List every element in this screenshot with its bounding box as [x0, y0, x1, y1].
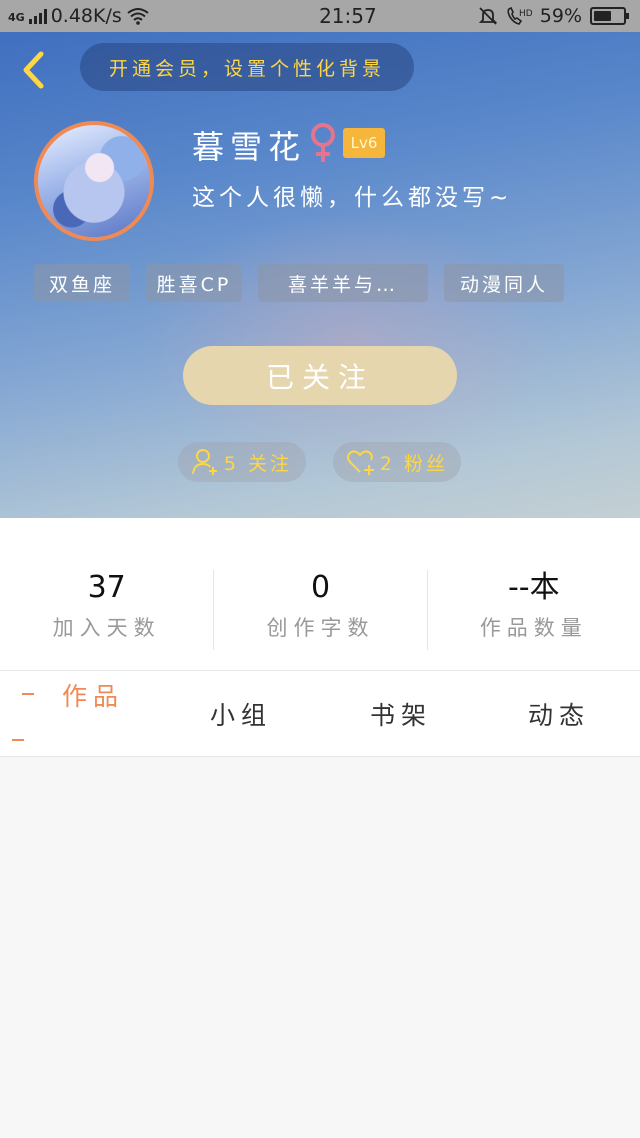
avatar[interactable] — [34, 121, 154, 241]
stat-label: 加入天数 — [52, 616, 161, 640]
stat-works-count: --本 作品数量 — [426, 570, 640, 650]
tag-item[interactable]: 喜羊羊与… — [258, 264, 428, 302]
mute-bell-icon — [478, 7, 497, 25]
network-type: 4G — [8, 11, 25, 24]
back-button[interactable] — [16, 50, 52, 90]
tab-activity[interactable]: 动态 — [528, 671, 590, 757]
stat-label: 作品数量 — [479, 616, 588, 640]
tag-item[interactable]: 双鱼座 — [34, 264, 130, 302]
username: 暮雪花 — [192, 128, 307, 166]
status-bar: 4G 0.48K/s 21:57 HD 59% — [0, 0, 640, 32]
add-user-icon — [191, 449, 217, 475]
tab-indicator — [12, 739, 24, 741]
wifi-icon — [127, 8, 149, 25]
signal-icon — [28, 8, 47, 24]
stat-label: 创作字数 — [266, 616, 375, 640]
stats-bar: 37 加入天数 0 创作字数 --本 作品数量 — [0, 518, 640, 670]
followers-button[interactable]: 2 粉丝 — [333, 442, 461, 482]
followed-button[interactable]: 已关注 — [183, 346, 457, 405]
stat-value: 37 — [87, 570, 126, 605]
bio: 这个人很懒，什么都没写~ — [192, 185, 513, 211]
stat-join-days: 37 加入天数 — [0, 570, 213, 650]
svg-text:HD: HD — [519, 9, 532, 19]
stat-word-count: 0 创作字数 — [213, 570, 426, 650]
profile-header: 开通会员，设置个性化背景 暮雪花 Lv6 这个人很懒，什么都没写~ 双鱼座 胜喜… — [0, 32, 640, 518]
battery-percent: 59% — [539, 5, 582, 27]
tag-item[interactable]: 胜喜CP — [146, 264, 242, 302]
network-speed: 0.48K/s — [50, 5, 122, 27]
tag-item[interactable]: 动漫同人 — [444, 264, 564, 302]
vip-banner-button[interactable]: 开通会员，设置个性化背景 — [80, 43, 414, 91]
tab-bar: 作品 小组 书架 动态 — [0, 670, 640, 757]
stat-value: 0 — [310, 570, 331, 605]
followers-count: 2 粉丝 — [379, 452, 449, 475]
following-count: 5 关注 — [223, 452, 293, 475]
heart-plus-icon — [346, 450, 374, 475]
tab-bookshelf[interactable]: 书架 — [370, 671, 432, 757]
tab-content — [0, 757, 640, 1138]
tab-works[interactable]: 作品 — [62, 671, 124, 757]
chevron-left-icon — [23, 51, 44, 89]
tab-indicator — [22, 693, 34, 695]
battery-level — [594, 11, 611, 21]
tab-groups[interactable]: 小组 — [210, 671, 272, 757]
level-badge: Lv6 — [343, 128, 385, 158]
female-icon — [311, 123, 335, 162]
stat-value: --本 — [507, 570, 560, 605]
battery-icon — [590, 7, 629, 25]
following-button[interactable]: 5 关注 — [178, 442, 306, 482]
hd-call-icon: HD — [507, 6, 532, 25]
clock: 21:57 — [319, 4, 377, 28]
